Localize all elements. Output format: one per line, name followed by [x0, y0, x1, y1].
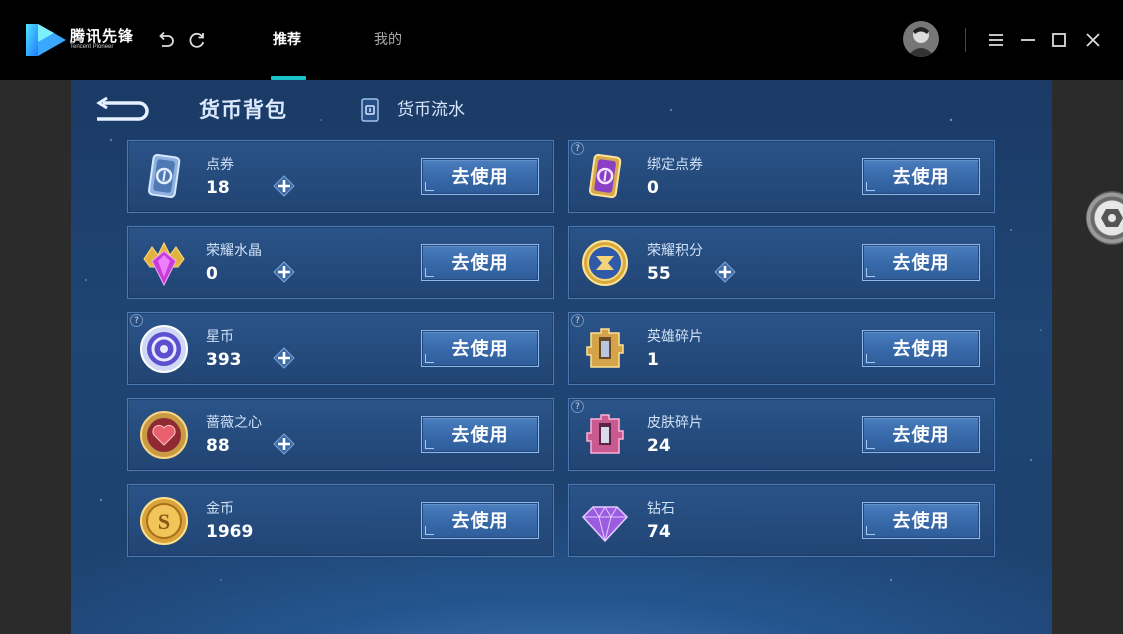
- use-button[interactable]: 去使用: [862, 244, 980, 281]
- voucher-card-icon: [147, 153, 181, 199]
- logo-cn-label: 腾讯先锋: [70, 27, 135, 45]
- currency-card-gold-coin: S 金币 1969 去使用: [127, 484, 554, 557]
- use-button[interactable]: 去使用: [862, 158, 980, 195]
- tab-mine[interactable]: 我的: [374, 30, 402, 50]
- add-plus-icon[interactable]: [273, 175, 295, 197]
- glory-crystal-icon: [143, 241, 185, 287]
- add-plus-icon[interactable]: [273, 433, 295, 455]
- use-button[interactable]: 去使用: [421, 330, 539, 367]
- back-arrow-icon[interactable]: [95, 96, 149, 122]
- app-logo-text: 腾讯先锋 Tencent Pioneer: [70, 28, 134, 51]
- use-button[interactable]: 去使用: [862, 330, 980, 367]
- user-avatar[interactable]: [903, 21, 939, 57]
- add-plus-icon[interactable]: [273, 261, 295, 283]
- add-plus-icon[interactable]: [273, 347, 295, 369]
- currency-card-rose-heart: 蔷薇之心 88 去使用: [127, 398, 554, 471]
- currency-card-star-coin: ? 星币 393 去使用: [127, 312, 554, 385]
- button-corner-decoration: [866, 440, 875, 449]
- currency-amount: 0: [206, 264, 218, 284]
- use-button-label: 去使用: [892, 425, 950, 446]
- currency-card-bound-voucher: ? 绑定点券 0 去使用: [568, 140, 995, 213]
- hamburger-menu-icon[interactable]: [986, 30, 1006, 50]
- currency-amount: 1: [647, 350, 659, 370]
- currency-amount: 74: [647, 522, 671, 542]
- refresh-icon[interactable]: [187, 30, 207, 50]
- currency-amount: 0: [647, 178, 659, 198]
- rose-heart-icon: [140, 411, 188, 459]
- currency-name: 点券: [206, 157, 234, 173]
- currency-card-skin-fragment: ? 皮肤碎片 24 去使用: [568, 398, 995, 471]
- logo-en-label: Tencent Pioneer: [70, 44, 114, 50]
- maximize-icon[interactable]: [1049, 30, 1069, 50]
- currency-card-glory-points: 荣耀积分 55 去使用: [568, 226, 995, 299]
- use-button-label: 去使用: [892, 167, 950, 188]
- use-button[interactable]: 去使用: [421, 502, 539, 539]
- bound-voucher-card-icon: [588, 153, 622, 199]
- diamond-icon: [581, 506, 629, 543]
- add-plus-icon[interactable]: [714, 261, 736, 283]
- button-corner-decoration: [866, 182, 875, 191]
- button-corner-decoration: [425, 354, 434, 363]
- button-corner-decoration: [425, 526, 434, 535]
- button-corner-decoration: [425, 268, 434, 277]
- button-corner-decoration: [425, 182, 434, 191]
- toolbar-divider: [965, 28, 966, 52]
- currency-name: 英雄碎片: [647, 329, 703, 345]
- currency-flow-label: 货币流水: [397, 100, 465, 120]
- currency-amount: 24: [647, 436, 671, 456]
- use-button-label: 去使用: [892, 253, 950, 274]
- use-button[interactable]: 去使用: [421, 158, 539, 195]
- minimize-icon[interactable]: [1018, 30, 1038, 50]
- left-letterbox: [0, 80, 71, 634]
- use-button-label: 去使用: [451, 511, 509, 532]
- currency-card-glory-crystal: 荣耀水晶 0 去使用: [127, 226, 554, 299]
- undo-icon[interactable]: [156, 30, 176, 50]
- currency-name: 荣耀水晶: [206, 243, 262, 259]
- close-icon[interactable]: [1083, 30, 1103, 50]
- currency-amount: 55: [647, 264, 671, 284]
- tab-recommend[interactable]: 推荐: [273, 30, 301, 50]
- skin-fragment-icon: [586, 414, 624, 454]
- use-button-label: 去使用: [892, 339, 950, 360]
- hero-fragment-icon: [586, 328, 624, 368]
- currency-name: 荣耀积分: [647, 243, 703, 259]
- use-button[interactable]: 去使用: [421, 416, 539, 453]
- right-letterbox: [1052, 80, 1123, 634]
- currency-card-hero-fragment: ? 英雄碎片 1 去使用: [568, 312, 995, 385]
- hexagon-nut-icon: [1101, 209, 1123, 227]
- gold-coin-icon: S: [140, 497, 188, 545]
- button-corner-decoration: [425, 440, 434, 449]
- currency-name: 钻石: [647, 501, 675, 517]
- currency-name: 星币: [206, 329, 234, 345]
- currency-backpack-screen: 货币背包 货币流水 点券 18 去使用 ? 绑定点券 0 去使用 荣耀水晶 0 …: [71, 80, 1052, 634]
- use-button-label: 去使用: [892, 511, 950, 532]
- currency-card-voucher: 点券 18 去使用: [127, 140, 554, 213]
- use-button-label: 去使用: [451, 167, 509, 188]
- button-corner-decoration: [866, 354, 875, 363]
- ledger-card-icon: [361, 98, 379, 122]
- currency-name: 蔷薇之心: [206, 415, 262, 431]
- button-corner-decoration: [866, 268, 875, 277]
- use-button-label: 去使用: [451, 425, 509, 446]
- currency-amount: 88: [206, 436, 230, 456]
- currency-amount: 18: [206, 178, 230, 198]
- currency-name: 金币: [206, 501, 234, 517]
- page-title: 货币背包: [199, 98, 287, 122]
- use-button[interactable]: 去使用: [862, 502, 980, 539]
- use-button-label: 去使用: [451, 253, 509, 274]
- tencent-pioneer-logo-icon: [26, 24, 66, 56]
- use-button-label: 去使用: [451, 339, 509, 360]
- use-button[interactable]: 去使用: [421, 244, 539, 281]
- currency-amount: 1969: [206, 522, 254, 542]
- currency-amount: 393: [206, 350, 242, 370]
- glory-points-icon: [582, 240, 628, 286]
- button-corner-decoration: [866, 526, 875, 535]
- svg-text:S: S: [158, 509, 170, 534]
- currency-name: 绑定点券: [647, 157, 703, 173]
- currency-card-diamond: 钻石 74 去使用: [568, 484, 995, 557]
- title-bar: 腾讯先锋 Tencent Pioneer 推荐 我的: [0, 0, 1123, 80]
- star-coin-icon: [140, 325, 188, 373]
- currency-name: 皮肤碎片: [647, 415, 703, 431]
- use-button[interactable]: 去使用: [862, 416, 980, 453]
